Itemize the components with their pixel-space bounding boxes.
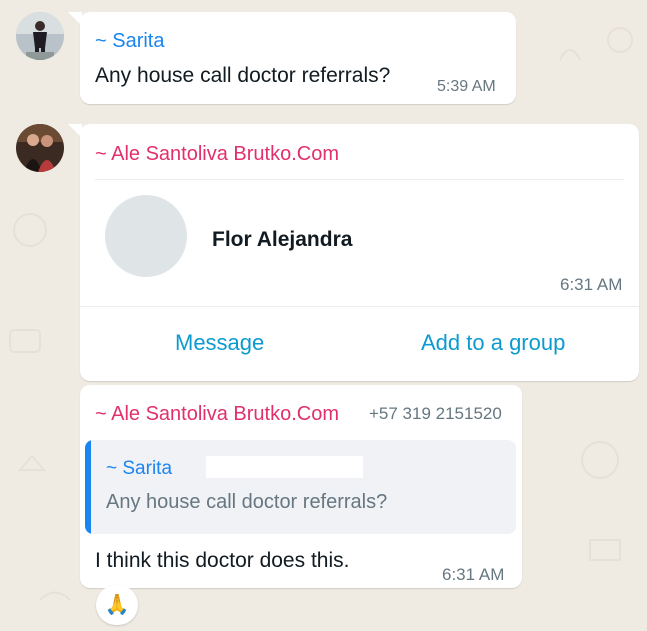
quoted-text: Any house call doctor referrals? [106,491,388,513]
message-bubble-sarita[interactable]: ~ Sarita Any house call doctor referrals… [80,12,516,104]
contact-card-time: 6:31 AM [560,275,623,294]
avatar-sarita[interactable] [16,12,64,60]
quoted-sender-name: ~ Sarita [106,458,173,479]
folded-hands-emoji: 🙏 [104,594,130,616]
contact-name: Flor Alejandra [212,228,353,251]
message-text: Any house call doctor referrals? [95,64,391,87]
sender-name[interactable]: ~ Ale Santoliva Brutko.Com [95,403,339,426]
sender-name[interactable]: ~ Sarita [95,30,164,53]
quote-accent-bar [85,440,91,534]
contact-card-bubble[interactable]: ~ Ale Santoliva Brutko.Com Flor Alejandr… [80,124,639,381]
reply-message-bubble[interactable]: ~ Ale Santoliva Brutko.Com +57 319 21515… [80,385,522,588]
contact-avatar-placeholder [105,195,187,277]
card-divider-top [95,179,624,180]
card-divider-bottom [80,306,639,307]
redacted-box [206,456,363,478]
message-text: I think this doctor does this. [95,549,350,572]
sender-name[interactable]: ~ Ale Santoliva Brutko.Com [95,143,339,166]
message-time: 5:39 AM [437,78,496,95]
avatar-ale-image [16,124,64,172]
avatar-ale[interactable] [16,124,64,172]
add-to-group-button[interactable]: Add to a group [421,330,565,356]
message-time: 6:31 AM [442,565,505,584]
message-contact-button[interactable]: Message [175,330,264,356]
reaction-badge[interactable]: 🙏 [96,585,138,625]
sender-phone[interactable]: +57 319 2151520 [369,404,502,424]
avatar-sarita-image [16,12,64,60]
quoted-message[interactable]: ~ Sarita Any house call doctor referrals… [85,440,516,534]
